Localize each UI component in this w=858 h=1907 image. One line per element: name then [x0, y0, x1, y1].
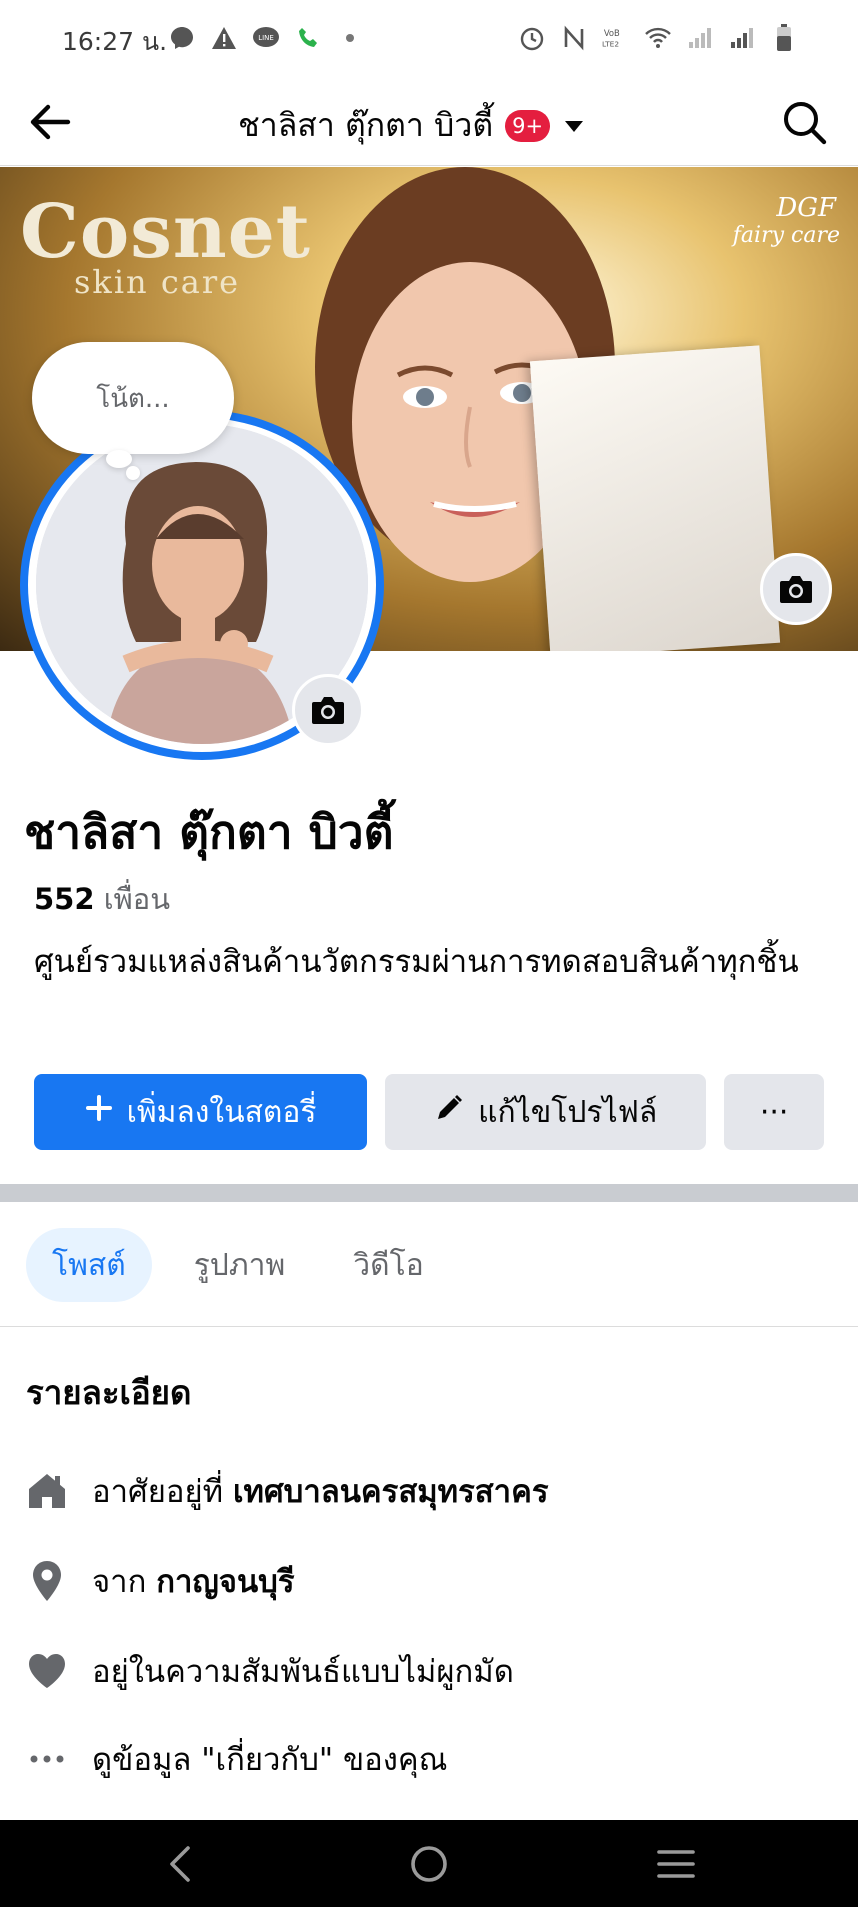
alarm-icon [518, 24, 546, 52]
line-icon: LINE [252, 24, 280, 52]
nfc-icon [560, 24, 588, 52]
cover-subtitle: skin care [74, 263, 241, 301]
profile-tabs: โพสต์ รูปภาพ วิดีโอ [26, 1228, 450, 1302]
note-bubble-tail-small [126, 466, 140, 480]
status-bar: 16:27 น. LINE VoB LTE2 [0, 0, 858, 76]
friends-label: เพื่อน [103, 882, 171, 916]
pencil-icon [434, 1093, 464, 1131]
tab-photos[interactable]: รูปภาพ [168, 1228, 312, 1302]
tabs-divider [0, 1326, 858, 1327]
signal-1-icon [686, 24, 714, 52]
caret-down-icon [562, 114, 586, 138]
friends-count: 552 [34, 882, 95, 916]
system-recents-icon[interactable] [654, 1842, 698, 1886]
system-nav-bar [0, 1820, 858, 1907]
about-link-text: ดูข้อมูล "เกี่ยวกับ" ของคุณ [92, 1742, 448, 1778]
detail-about-link[interactable]: ดูข้อมูล "เกี่ยวกับ" ของคุณ [26, 1734, 447, 1784]
notification-badge: 9+ [505, 109, 551, 142]
search-icon[interactable] [780, 98, 828, 146]
tab-posts[interactable]: โพสต์ [26, 1228, 152, 1302]
system-home-icon[interactable] [407, 1842, 451, 1886]
profile-switcher[interactable]: ชาลิสา ตุ๊กตา บิวตี้ 9+ [238, 100, 586, 151]
add-to-story-label: เพิ่มลงในสตอรี่ [126, 1094, 317, 1130]
profile-actions: เพิ่มลงในสตอรี่ แก้ไขโปรไฟล์ ··· [34, 1074, 824, 1150]
cover-logo: DGF fairy care [712, 189, 840, 279]
cover-camera-icon[interactable] [760, 553, 832, 625]
messenger-icon [168, 24, 196, 52]
warning-icon [210, 24, 238, 52]
svg-text:VoB: VoB [604, 28, 620, 38]
lives-in-prefix: อาศัยอยู่ที่ [92, 1474, 224, 1510]
more-horizontal-icon [26, 1738, 68, 1780]
note-bubble-tail [106, 450, 132, 468]
svg-text:LINE: LINE [258, 34, 274, 42]
more-dots-icon: ··· [759, 1094, 789, 1130]
signal-2-icon [728, 24, 756, 52]
status-time: 16:27 น. [62, 27, 168, 56]
svg-text:LTE2: LTE2 [602, 39, 619, 48]
more-options-button[interactable]: ··· [724, 1074, 824, 1150]
tab-videos[interactable]: วิดีโอ [327, 1228, 449, 1302]
section-divider [0, 1184, 858, 1202]
cover-logo-line1: DGF [776, 193, 836, 223]
from-value: กาญจนบุรี [156, 1564, 295, 1600]
note-placeholder: โน้ต... [96, 383, 170, 414]
profile-name: ชาลิสา ตุ๊กตา บิวตี้ [24, 805, 394, 859]
cover-torn-photo [529, 345, 781, 651]
detail-lives-in[interactable]: อาศัยอยู่ที่ เทศบาลนครสมุทรสาคร [26, 1466, 548, 1516]
details-title: รายละเอียด [26, 1373, 192, 1412]
avatar-camera-icon[interactable] [292, 674, 364, 746]
from-prefix: จาก [92, 1564, 147, 1600]
edit-profile-label: แก้ไขโปรไฟล์ [478, 1094, 658, 1130]
profile-bio: ศูนย์รวมแหล่งสินค้านวัตกรรมผ่านการทดสอบส… [34, 944, 799, 980]
lives-in-value: เทศบาลนครสมุทรสาคร [232, 1474, 549, 1510]
edit-profile-button[interactable]: แก้ไขโปรไฟล์ [385, 1074, 707, 1150]
wifi-icon [644, 24, 672, 52]
relationship-text: อยู่ในความสัมพันธ์แบบไม่ผูกมัด [92, 1654, 514, 1690]
battery-icon [770, 24, 798, 52]
phone-icon [294, 24, 322, 52]
detail-relationship[interactable]: อยู่ในความสัมพันธ์แบบไม่ผูกมัด [26, 1646, 514, 1696]
system-back-icon[interactable] [160, 1842, 204, 1886]
location-pin-icon [26, 1560, 68, 1602]
note-bubble[interactable]: โน้ต... [32, 342, 234, 454]
plus-icon [85, 1094, 113, 1130]
dot-icon [336, 24, 364, 52]
add-to-story-button[interactable]: เพิ่มลงในสตอรี่ [34, 1074, 368, 1150]
detail-from[interactable]: จาก กาญจนบุรี [26, 1556, 294, 1606]
cover-logo-line2: fairy care [732, 223, 840, 248]
friends-count-link[interactable]: 552 เพื่อน [34, 876, 170, 922]
home-icon [26, 1470, 68, 1512]
arrow-left-icon[interactable] [26, 98, 74, 146]
top-nav: ชาลิสา ตุ๊กตา บิวตี้ 9+ [0, 76, 858, 166]
volte-icon: VoB LTE2 [602, 24, 630, 52]
heart-icon [26, 1650, 68, 1692]
nav-title: ชาลิสา ตุ๊กตา บิวตี้ [238, 106, 494, 144]
